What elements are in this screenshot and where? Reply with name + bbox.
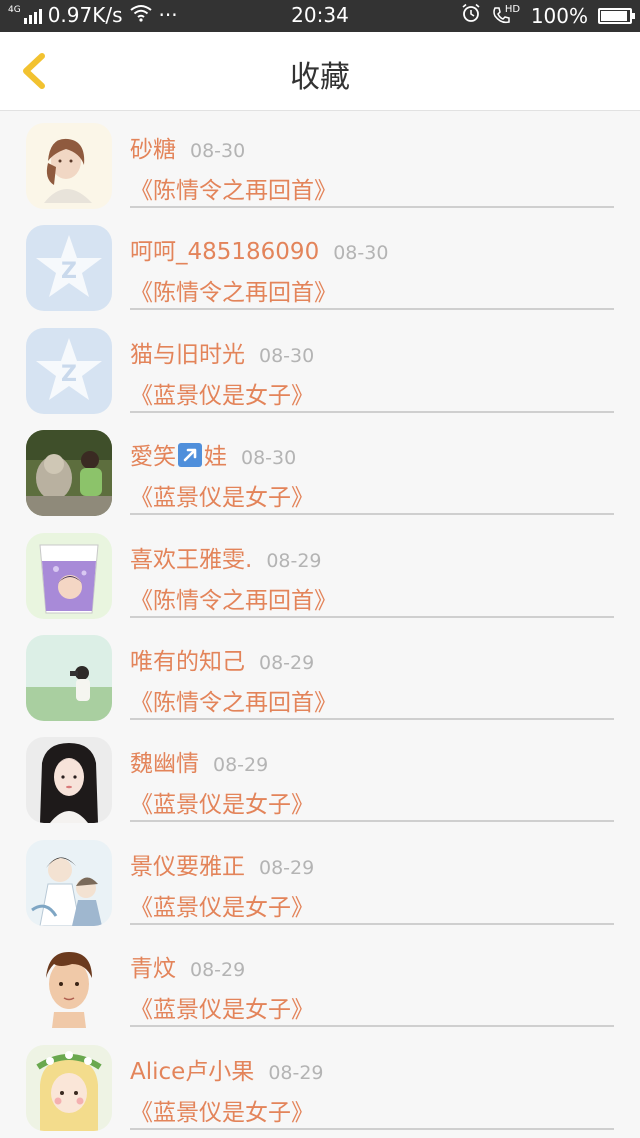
battery-icon: [598, 7, 635, 24]
list-item[interactable]: 唯有的知己 08-29 《陈情令之再回首》: [0, 623, 640, 725]
divider: [130, 717, 614, 720]
user-name[interactable]: 猫与旧时光: [130, 342, 245, 368]
list-item[interactable]: 砂糖 08-30 《陈情令之再回首》: [0, 111, 640, 213]
alarm-clock-icon: [461, 3, 481, 28]
battery-percent: 100%: [530, 3, 588, 28]
list-item[interactable]: 青炆 08-29 《蓝景仪是女子》: [0, 930, 640, 1032]
qq-default-avatar[interactable]: Z: [26, 225, 112, 312]
svg-text:Z: Z: [61, 362, 77, 387]
novel-title[interactable]: 《陈情令之再回首》: [130, 273, 337, 307]
list-item[interactable]: 魏幽情 08-29 《蓝景仪是女子》: [0, 725, 640, 827]
photo-statue-avatar[interactable]: [26, 430, 112, 517]
battery-fill: [601, 10, 627, 21]
landscape-girl-avatar[interactable]: [26, 634, 112, 721]
item-date: 08-29: [213, 754, 269, 777]
novel-title[interactable]: 《蓝景仪是女子》: [130, 888, 314, 922]
qq-default-avatar[interactable]: Z: [26, 327, 112, 414]
divider: [130, 1127, 614, 1130]
item-date: 08-30: [333, 242, 389, 265]
costume-girl-avatar[interactable]: [26, 737, 112, 824]
novel-title[interactable]: 《蓝景仪是女子》: [130, 1093, 314, 1127]
divider: [130, 1025, 614, 1028]
anime-characters-avatar[interactable]: [26, 839, 112, 926]
novel-title[interactable]: 《陈情令之再回首》: [130, 683, 337, 717]
user-name-part: 愛笑: [130, 444, 176, 471]
divider: [130, 410, 614, 413]
hd-label: HD: [504, 3, 521, 15]
user-name[interactable]: 呵呵_485186090: [130, 239, 319, 265]
divider: [130, 513, 614, 516]
item-date: 08-29: [268, 1061, 324, 1084]
novel-title[interactable]: 《蓝景仪是女子》: [130, 376, 314, 410]
user-name[interactable]: 砂糖: [130, 137, 176, 163]
user-name[interactable]: Alice卢小果: [130, 1059, 254, 1085]
item-date: 08-30: [241, 447, 297, 470]
user-name[interactable]: 景仪要雅正: [130, 854, 245, 880]
user-name[interactable]: 愛笑 娃: [130, 443, 227, 471]
page-title: 收藏: [290, 60, 350, 95]
divider: [130, 308, 614, 311]
divider: [130, 615, 614, 618]
user-name-part: 娃: [204, 444, 227, 471]
portrait-sketch-avatar[interactable]: [26, 123, 112, 209]
user-name[interactable]: 喜欢王雅雯.: [130, 547, 252, 573]
list-item[interactable]: Z 猫与旧时光 08-30 《蓝景仪是女子》: [0, 316, 640, 418]
list-item[interactable]: Alice卢小果 08-29 《蓝景仪是女子》: [0, 1033, 640, 1135]
item-date: 08-30: [190, 140, 246, 162]
divider: [130, 922, 614, 925]
hd-call-icon: HD: [491, 3, 521, 26]
user-name[interactable]: 魏幽情: [130, 751, 199, 777]
item-date: 08-29: [190, 959, 246, 982]
divider: [130, 820, 614, 823]
novel-title[interactable]: 《蓝景仪是女子》: [130, 990, 314, 1024]
item-date: 08-30: [259, 344, 315, 367]
list-item[interactable]: 喜欢王雅雯. 08-29 《陈情令之再回首》: [0, 521, 640, 623]
user-name[interactable]: 青炆: [130, 956, 176, 982]
novel-title[interactable]: 《蓝景仪是女子》: [130, 785, 314, 819]
list-item[interactable]: 景仪要雅正 08-29 《蓝景仪是女子》: [0, 828, 640, 930]
novel-title[interactable]: 《蓝景仪是女子》: [130, 478, 314, 512]
novel-title[interactable]: 《陈情令之再回首》: [130, 171, 337, 205]
status-right: HD 100%: [461, 3, 635, 28]
item-date: 08-29: [266, 549, 322, 572]
user-name[interactable]: 唯有的知己: [130, 649, 245, 675]
divider: [130, 206, 614, 208]
item-date: 08-29: [259, 651, 315, 674]
cartoon-boy-avatar[interactable]: [26, 942, 112, 1029]
novel-title[interactable]: 《陈情令之再回首》: [130, 581, 337, 615]
purple-drink-avatar[interactable]: [26, 532, 112, 619]
header-bar: 收藏: [0, 32, 640, 111]
item-date: 08-29: [259, 856, 315, 879]
favorites-list: 砂糖 08-30 《陈情令之再回首》 Z 呵呵_485186090 08-30 《陈…: [0, 111, 640, 1135]
list-item[interactable]: 愛笑 娃 08-30 《蓝景仪是女子》: [0, 418, 640, 520]
list-item[interactable]: Z 呵呵_485186090 08-30 《陈情令之再回首》: [0, 213, 640, 315]
arrow-up-right-emoji-icon: [178, 443, 202, 468]
flower-crown-girl-avatar[interactable]: [26, 1044, 112, 1131]
status-bar: 4G 0.97K/s ··· 20:34 HD 100%: [0, 0, 640, 32]
svg-text:Z: Z: [61, 259, 77, 284]
